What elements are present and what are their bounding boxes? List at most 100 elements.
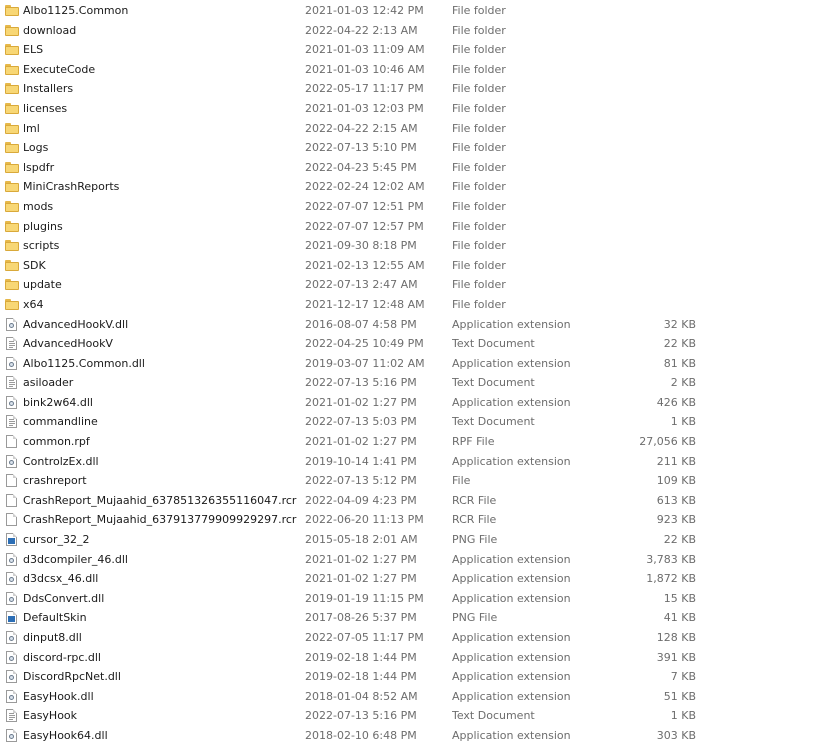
file-type: File folder	[452, 160, 506, 174]
file-row[interactable]: lspdfr 2022-04-23 5:45 PM File folder	[0, 158, 814, 178]
file-name: x64	[23, 297, 44, 311]
file-size: 15 KB	[663, 591, 696, 605]
file-type: File folder	[452, 62, 506, 76]
file-size: 426 KB	[656, 395, 696, 409]
file-name: scripts	[23, 239, 60, 253]
file-date-modified: 2022-07-13 5:12 PM	[305, 474, 417, 488]
file-row[interactable]: mods 2022-07-07 12:51 PM File folder	[0, 197, 814, 217]
file-name: SDK	[23, 258, 46, 272]
file-name: bink2w64.dll	[23, 395, 93, 409]
file-date-modified: 2022-04-09 4:23 PM	[305, 493, 417, 507]
file-date-modified: 2021-12-17 12:48 AM	[305, 297, 425, 311]
file-name: EasyHook	[23, 709, 78, 723]
file-row[interactable]: Logs 2022-07-13 5:10 PM File folder	[0, 138, 814, 158]
file-date-modified: 2022-06-20 11:13 PM	[305, 513, 424, 527]
file-date-modified: 2021-02-13 12:55 AM	[305, 258, 425, 272]
file-row[interactable]: d3dcompiler_46.dll 2021-01-02 1:27 PM Appl…	[0, 550, 814, 570]
file-row[interactable]: plugins 2022-07-07 12:57 PM File folder	[0, 217, 814, 237]
file-row[interactable]: dinput8.dll 2022-07-05 11:17 PM Applicatio…	[0, 628, 814, 648]
file-row[interactable]: Installers 2022-05-17 11:17 PM File folder	[0, 79, 814, 99]
dll-file-icon	[5, 315, 19, 335]
file-row[interactable]: MiniCrashReports 2022-02-24 12:02 AM File …	[0, 177, 814, 197]
file-row[interactable]: asiloader 2022-07-13 5:16 PM Text Document…	[0, 373, 814, 393]
file-row[interactable]: AdvancedHookV 2022-04-25 10:49 PM Text Doc…	[0, 334, 814, 354]
file-type: Application extension	[452, 631, 571, 644]
file-type: PNG File	[452, 611, 498, 625]
file-row[interactable]: EasyHook.dll 2018-01-04 8:52 AM Applicatio…	[0, 687, 814, 707]
file-row[interactable]: discord-rpc.dll 2019-02-18 1:44 PM Applica…	[0, 648, 814, 668]
folder-icon	[5, 1, 19, 21]
file-row[interactable]: AdvancedHookV.dll 2016-08-07 4:58 PM Appli…	[0, 315, 814, 335]
file-type: File folder	[452, 180, 506, 194]
dll-file-icon	[5, 648, 19, 668]
file-type: RCR File	[452, 493, 497, 507]
file-type: Application extension	[452, 552, 571, 566]
file-size: 128 KB	[656, 631, 696, 644]
file-row[interactable]: DdsConvert.dll 2019-01-19 11:15 PM Applica…	[0, 589, 814, 609]
file-row[interactable]: licenses 2021-01-03 12:03 PM File folder	[0, 99, 814, 119]
file-date-modified: 2022-07-07 12:57 PM	[305, 219, 424, 233]
file-row[interactable]: DiscordRpcNet.dll 2019-02-18 1:44 PM Appli…	[0, 667, 814, 687]
file-row[interactable]: DefaultSkin 2017-08-26 5:37 PM PNG File 41 …	[0, 608, 814, 628]
file-row[interactable]: d3dcsx_46.dll 2021-01-02 1:27 PM Applicati…	[0, 569, 814, 589]
file-date-modified: 2021-09-30 8:18 PM	[305, 239, 417, 253]
file-row[interactable]: common.rpf 2021-01-02 1:27 PM RPF File 27,0…	[0, 432, 814, 452]
file-row[interactable]: download 2022-04-22 2:13 AM File folder	[0, 21, 814, 41]
file-name: ControlzEx.dll	[23, 454, 99, 468]
file-row[interactable]: EasyHook64.dll 2018-02-10 6:48 PM Applicat…	[0, 726, 814, 746]
file-row[interactable]: commandline 2022-07-13 5:03 PM Text Docume…	[0, 412, 814, 432]
file-size: 22 KB	[663, 337, 696, 351]
file-size: 32 KB	[663, 317, 696, 331]
file-size: 41 KB	[663, 611, 696, 625]
file-row[interactable]: CrashReport_Mujaahid_637851326355116047.…	[0, 491, 814, 511]
file-row[interactable]: x64 2021-12-17 12:48 AM File folder	[0, 295, 814, 315]
folder-icon	[5, 275, 19, 295]
file-row[interactable]: Albo1125.Common 2021-01-03 12:42 PM File f…	[0, 1, 814, 21]
file-date-modified: 2022-07-13 5:16 PM	[305, 376, 417, 390]
file-name: asiloader	[23, 376, 74, 390]
file-type: Text Document	[452, 415, 535, 429]
file-row[interactable]: SDK 2021-02-13 12:55 AM File folder	[0, 256, 814, 276]
file-size: 613 KB	[656, 493, 696, 507]
file-name: EasyHook64.dll	[23, 728, 108, 742]
text-file-icon	[5, 706, 19, 726]
file-row[interactable]: ELS 2021-01-03 11:09 AM File folder	[0, 40, 814, 60]
file-row[interactable]: update 2022-07-13 2:47 AM File folder	[0, 275, 814, 295]
file-type: File folder	[452, 82, 506, 96]
file-name: crashreport	[23, 474, 87, 488]
file-name: AdvancedHookV	[23, 337, 113, 351]
file-row[interactable]: ExecuteCode 2021-01-03 10:46 AM File folde…	[0, 60, 814, 80]
dll-file-icon	[5, 726, 19, 746]
file-type: RCR File	[452, 513, 497, 527]
file-date-modified: 2021-01-02 1:27 PM	[305, 435, 417, 449]
folder-icon	[5, 158, 19, 178]
file-type: File folder	[452, 43, 506, 57]
file-type: File folder	[452, 258, 506, 272]
file-name: cursor_32_2	[23, 533, 90, 547]
generic-file-icon	[5, 471, 19, 491]
file-row[interactable]: bink2w64.dll 2021-01-02 1:27 PM Applicatio…	[0, 393, 814, 413]
file-row[interactable]: CrashReport_Mujaahid_637913779909929297.…	[0, 510, 814, 530]
file-size: 923 KB	[656, 513, 696, 527]
file-row[interactable]: Albo1125.Common.dll 2019-03-07 11:02 AM Ap…	[0, 354, 814, 374]
folder-icon	[5, 79, 19, 99]
text-file-icon	[5, 412, 19, 432]
file-name: CrashReport_Mujaahid_637851326355116047.…	[23, 493, 297, 507]
file-row[interactable]: crashreport 2022-07-13 5:12 PM File 109 KB	[0, 471, 814, 491]
folder-icon	[5, 99, 19, 119]
file-row[interactable]: EasyHook 2022-07-13 5:16 PM Text Document 1…	[0, 706, 814, 726]
file-size: 109 KB	[656, 474, 696, 488]
file-size: 81 KB	[663, 356, 696, 370]
file-row[interactable]: ControlzEx.dll 2019-10-14 1:41 PM Applicat…	[0, 452, 814, 472]
file-type: Application extension	[452, 689, 571, 703]
file-row[interactable]: scripts 2021-09-30 8:18 PM File folder	[0, 236, 814, 256]
file-name: ELS	[23, 43, 44, 57]
file-row[interactable]: lml 2022-04-22 2:15 AM File folder	[0, 119, 814, 139]
folder-icon	[5, 60, 19, 80]
generic-file-icon	[5, 510, 19, 530]
file-size: 1,872 KB	[646, 572, 696, 586]
file-date-modified: 2021-01-03 11:09 AM	[305, 43, 425, 57]
file-date-modified: 2022-07-07 12:51 PM	[305, 199, 424, 213]
text-file-icon	[5, 373, 19, 393]
file-row[interactable]: cursor_32_2 2015-05-18 2:01 AM PNG File 22 …	[0, 530, 814, 550]
